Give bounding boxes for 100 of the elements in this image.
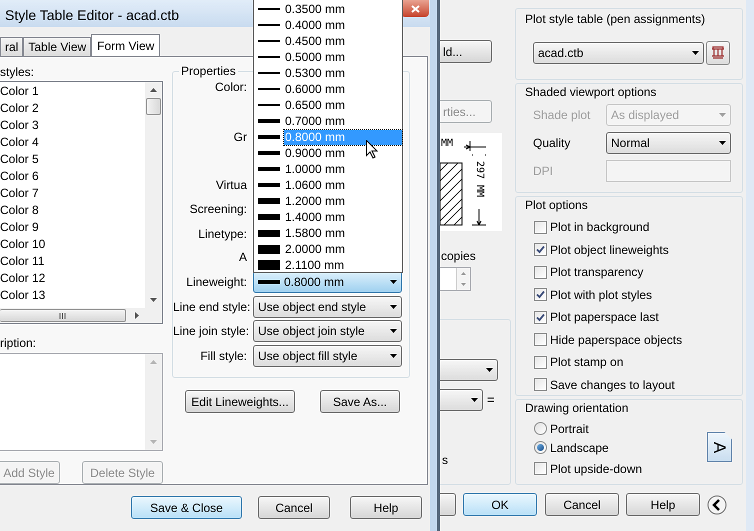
edit-lineweights-button[interactable]: Edit Lineweights... [185, 390, 295, 413]
lineweight-option[interactable]: 1.2000 mm [254, 193, 402, 209]
tab[interactable]: Form View [91, 34, 160, 56]
close-button[interactable] [401, 0, 429, 17]
vertical-scrollbar[interactable] [145, 82, 162, 308]
lineweight-option[interactable]: 2.1100 mm [254, 257, 402, 273]
line-weight-icon [258, 88, 280, 90]
dropdown-arrow-icon [390, 354, 397, 358]
dropdown[interactable]: Use object end style [253, 296, 402, 318]
dialog-button[interactable]: Help [350, 496, 422, 519]
scroll-right-icon[interactable] [135, 312, 139, 319]
dialog-button[interactable]: OK [463, 493, 537, 516]
lineweight-option[interactable]: 0.4500 mm [254, 33, 402, 49]
mouse-cursor-icon [366, 140, 378, 159]
style-list-item[interactable]: Color 13 [0, 287, 145, 304]
lineweight-option[interactable]: 0.6500 mm [254, 97, 402, 113]
checkbox-label[interactable]: Plot upside-down [550, 460, 642, 478]
copies-spinner[interactable] [440, 267, 471, 291]
dropdown-arrow-icon [390, 280, 397, 284]
checkbox-label[interactable]: Hide paperspace objects [550, 330, 682, 349]
radio-button[interactable] [534, 422, 547, 435]
horizontal-scrollbar[interactable] [0, 308, 162, 323]
partial-button[interactable] [440, 493, 456, 516]
checkbox-label[interactable]: Save changes to layout [550, 376, 675, 394]
dropdown[interactable]: 0.8000 mm [253, 271, 402, 293]
group-title: Shaded viewport options [525, 85, 658, 99]
spin-up-icon[interactable] [461, 272, 466, 275]
checkbox-label[interactable]: Plot transparency [550, 263, 644, 282]
style-list-item[interactable]: Color 9 [0, 219, 145, 236]
line-weight-icon [258, 214, 280, 220]
dialog-button[interactable]: Cancel [545, 493, 619, 516]
lineweight-option[interactable]: 1.4000 mm [254, 209, 402, 225]
dropdown[interactable]: Use object fill style [253, 345, 402, 367]
checkbox[interactable] [534, 220, 547, 234]
lineweight-option[interactable]: 0.9000 mm [254, 145, 402, 161]
dropdown[interactable]: Use object join style [253, 320, 402, 342]
style-list-item[interactable]: Color 6 [0, 168, 145, 185]
checkbox[interactable] [534, 378, 547, 392]
partial-button[interactable]: ld... [440, 40, 492, 63]
checkbox[interactable] [534, 333, 547, 346]
edit-table-button[interactable] [706, 41, 730, 65]
checkbox-label[interactable]: Plot paperspace last [550, 308, 659, 326]
style-list-item[interactable]: Color 10 [0, 236, 145, 253]
lineweight-option[interactable]: 0.5000 mm [254, 49, 402, 65]
lineweight-option[interactable]: 1.0600 mm [254, 177, 402, 193]
plot-style-dropdown[interactable]: acad.ctb [533, 42, 704, 64]
style-list-item[interactable]: Color 3 [0, 117, 145, 134]
line-weight-icon [258, 198, 280, 204]
property-label: Fill style: [199, 348, 247, 365]
lineweight-option[interactable]: 0.3500 mm [254, 1, 402, 17]
checkbox-label[interactable]: Plot stamp on [550, 353, 624, 372]
checkbox[interactable] [534, 356, 547, 369]
lineweight-option[interactable]: 1.0000 mm [254, 161, 402, 177]
style-list-item[interactable]: Color 7 [0, 185, 145, 202]
style-list-item[interactable]: Color 11 [0, 253, 145, 270]
radio-label[interactable]: Portrait [550, 420, 589, 438]
checkbox-label[interactable]: Plot object lineweights [550, 240, 669, 259]
checkbox[interactable] [534, 266, 547, 279]
field-label: DPI [533, 163, 554, 180]
lineweight-option[interactable]: 0.5300 mm [254, 65, 402, 81]
checkbox[interactable] [534, 288, 547, 302]
dialog-button[interactable]: Save & Close [131, 496, 242, 519]
radio-label[interactable]: Landscape [550, 438, 609, 456]
scroll-thumb[interactable] [146, 98, 161, 115]
save-as-button[interactable]: Save As... [320, 390, 400, 413]
checkbox[interactable] [534, 462, 547, 475]
dpi-field[interactable] [606, 160, 731, 182]
checkbox[interactable] [534, 243, 547, 256]
checkbox-label[interactable]: Plot with plot styles [550, 286, 652, 304]
line-weight-icon [258, 167, 280, 171]
checkbox-label[interactable]: Plot in background [550, 218, 650, 236]
dropdown[interactable] [440, 359, 498, 381]
style-list-item[interactable]: Color 4 [0, 134, 145, 151]
lineweight-option[interactable]: 0.4000 mm [254, 17, 402, 33]
checkbox[interactable] [534, 310, 547, 324]
radio-button[interactable] [534, 441, 547, 454]
scroll-thumb[interactable] [0, 309, 126, 322]
back-icon[interactable] [707, 494, 727, 514]
line-weight-icon [258, 24, 280, 26]
dropdown[interactable]: Normal [606, 132, 731, 154]
scroll-down-icon[interactable] [150, 298, 157, 302]
fragment-label: s [442, 453, 448, 467]
dialog-button[interactable]: Cancel [258, 496, 330, 519]
line-weight-icon [258, 151, 280, 155]
tab[interactable]: ral [0, 37, 24, 56]
lineweight-option[interactable]: 1.5800 mm [254, 225, 402, 241]
lineweight-option[interactable]: 2.0000 mm [254, 241, 402, 257]
tab[interactable]: Table View [23, 37, 92, 56]
dropdown[interactable] [440, 389, 483, 411]
style-list-item[interactable]: Color 1 [0, 83, 145, 100]
style-list-item[interactable]: Color 12 [0, 270, 145, 287]
field-label: Quality [533, 135, 572, 152]
style-list-item[interactable]: Color 5 [0, 151, 145, 168]
style-list-item[interactable]: Color 8 [0, 202, 145, 219]
lineweight-option[interactable]: 0.7000 mm [254, 113, 402, 129]
style-list-item[interactable]: Color 2 [0, 100, 145, 117]
lineweight-option[interactable]: 0.6000 mm [254, 81, 402, 97]
dialog-button[interactable]: Help [626, 493, 700, 516]
spin-down-icon[interactable] [461, 283, 466, 286]
scroll-up-icon[interactable] [150, 88, 157, 92]
